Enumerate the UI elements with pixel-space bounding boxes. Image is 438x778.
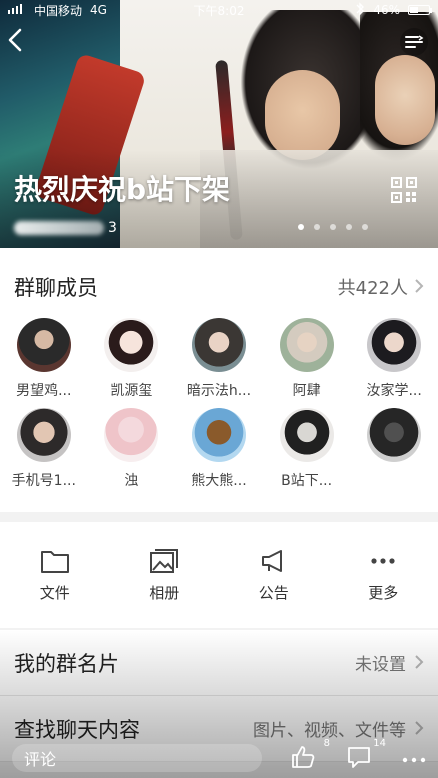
member-item[interactable]: 凯源玺 bbox=[88, 318, 176, 400]
member-item[interactable]: B站下... bbox=[263, 408, 351, 490]
like-button[interactable]: 8 bbox=[290, 738, 330, 772]
page-dot bbox=[298, 224, 304, 230]
member-item[interactable]: 手机号1... bbox=[0, 408, 88, 490]
members-count: 共422人 bbox=[337, 278, 408, 299]
member-name: 浊 bbox=[124, 473, 139, 489]
member-name: 汝家学... bbox=[366, 383, 422, 399]
group-menu-button[interactable] bbox=[398, 26, 430, 58]
folder-icon bbox=[40, 550, 69, 573]
page-dot bbox=[314, 224, 320, 230]
bluetooth-icon bbox=[355, 1, 365, 19]
chevron-left-icon bbox=[8, 28, 22, 52]
album-button[interactable]: 相册 bbox=[110, 522, 220, 628]
more-icon bbox=[402, 757, 426, 762]
chevron-right-icon bbox=[414, 275, 424, 299]
avatar bbox=[16, 408, 71, 462]
comment-bar-icons: 8 14 bbox=[290, 738, 426, 772]
album-icon bbox=[150, 548, 179, 573]
avatar bbox=[279, 408, 334, 462]
qr-code-icon bbox=[391, 177, 417, 203]
status-time: 下午8:02 bbox=[193, 3, 245, 18]
member-item[interactable]: 男望鸡... bbox=[0, 318, 88, 400]
member-item[interactable]: 浊 bbox=[88, 408, 176, 490]
avatar bbox=[367, 408, 422, 462]
member-item[interactable]: 阿肆 bbox=[263, 318, 351, 400]
chevron-right-icon bbox=[414, 651, 424, 675]
signal-icon bbox=[8, 3, 26, 17]
avatar bbox=[16, 318, 71, 372]
member-name: B站下... bbox=[281, 473, 333, 489]
comment-icon bbox=[348, 747, 370, 768]
action-bar: 文件 相册 公告 更多 bbox=[0, 522, 438, 628]
chevron-right-icon bbox=[414, 717, 424, 741]
group-id-blurred bbox=[14, 221, 104, 235]
action-label: 公告 bbox=[258, 583, 289, 602]
status-bar: 中国移动 4G 下午8:02 46% bbox=[0, 0, 438, 20]
member-grid: 男望鸡... 凯源玺 暗示法h... 阿肆 汝家学... 手机号1... 浊 熊… bbox=[0, 318, 438, 490]
member-name: 阿肆 bbox=[292, 383, 321, 399]
thumbs-up-icon bbox=[292, 746, 315, 768]
page-dot bbox=[346, 224, 352, 230]
battery-icon bbox=[408, 5, 432, 15]
megaphone-icon bbox=[261, 549, 282, 572]
avatar bbox=[104, 408, 159, 462]
members-title: 群聊成员 bbox=[14, 276, 98, 300]
avatar bbox=[191, 318, 246, 372]
member-item[interactable]: 汝家学... bbox=[350, 318, 438, 400]
member-item[interactable]: 暗示法h... bbox=[175, 318, 263, 400]
member-item[interactable]: 熊大熊... bbox=[175, 408, 263, 490]
more-icon bbox=[371, 557, 395, 564]
comment-bar: 评论 8 14 bbox=[0, 738, 438, 778]
files-button[interactable]: 文件 bbox=[0, 522, 110, 628]
comment-count: 14 bbox=[373, 738, 386, 749]
member-name: 手机号1... bbox=[11, 473, 76, 489]
action-label: 更多 bbox=[368, 583, 399, 602]
avatar bbox=[104, 318, 159, 372]
page-dot bbox=[362, 224, 368, 230]
member-name: 暗示法h... bbox=[186, 383, 252, 399]
announcement-button[interactable]: 公告 bbox=[219, 522, 329, 628]
member-item[interactable] bbox=[350, 408, 438, 490]
qr-code-button[interactable] bbox=[390, 176, 418, 204]
menu-icon bbox=[400, 28, 428, 56]
member-name: 熊大熊... bbox=[191, 473, 247, 489]
more-options-button[interactable] bbox=[402, 748, 426, 769]
banner-art-face bbox=[265, 70, 340, 160]
like-count: 8 bbox=[323, 738, 330, 749]
row-value: 未设置 bbox=[355, 655, 406, 675]
group-banner: 中国移动 4G 下午8:02 46% 热烈庆祝b站下架 3 bbox=[0, 0, 438, 248]
avatar bbox=[279, 318, 334, 372]
my-group-card-row[interactable]: 我的群名片 未设置 bbox=[0, 630, 438, 696]
page-dot bbox=[330, 224, 336, 230]
group-title: 热烈庆祝b站下架 bbox=[14, 173, 231, 206]
members-section: 群聊成员 共422人 男望鸡... 凯源玺 暗示法h... 阿肆 汝家学... … bbox=[0, 248, 438, 512]
comment-button[interactable]: 14 bbox=[346, 738, 386, 772]
group-id-suffix: 3 bbox=[108, 220, 117, 236]
action-label: 相册 bbox=[149, 583, 180, 602]
comment-input[interactable]: 评论 bbox=[12, 744, 262, 772]
back-button[interactable] bbox=[6, 26, 28, 54]
row-title: 我的群名片 bbox=[14, 651, 119, 676]
avatar bbox=[367, 318, 422, 372]
banner-art-face bbox=[375, 55, 435, 145]
network-type: 4G bbox=[90, 3, 107, 17]
member-name: 凯源玺 bbox=[110, 383, 153, 399]
action-label: 文件 bbox=[39, 583, 70, 602]
carrier-name: 中国移动 bbox=[34, 3, 83, 18]
more-button[interactable]: 更多 bbox=[329, 522, 438, 628]
member-name: 男望鸡... bbox=[16, 383, 72, 399]
members-header[interactable]: 群聊成员 共422人 bbox=[0, 248, 438, 326]
avatar bbox=[191, 408, 246, 462]
group-id: 3 bbox=[14, 220, 117, 236]
battery-percent: 46% bbox=[373, 3, 400, 17]
banner-page-indicator bbox=[298, 224, 368, 230]
